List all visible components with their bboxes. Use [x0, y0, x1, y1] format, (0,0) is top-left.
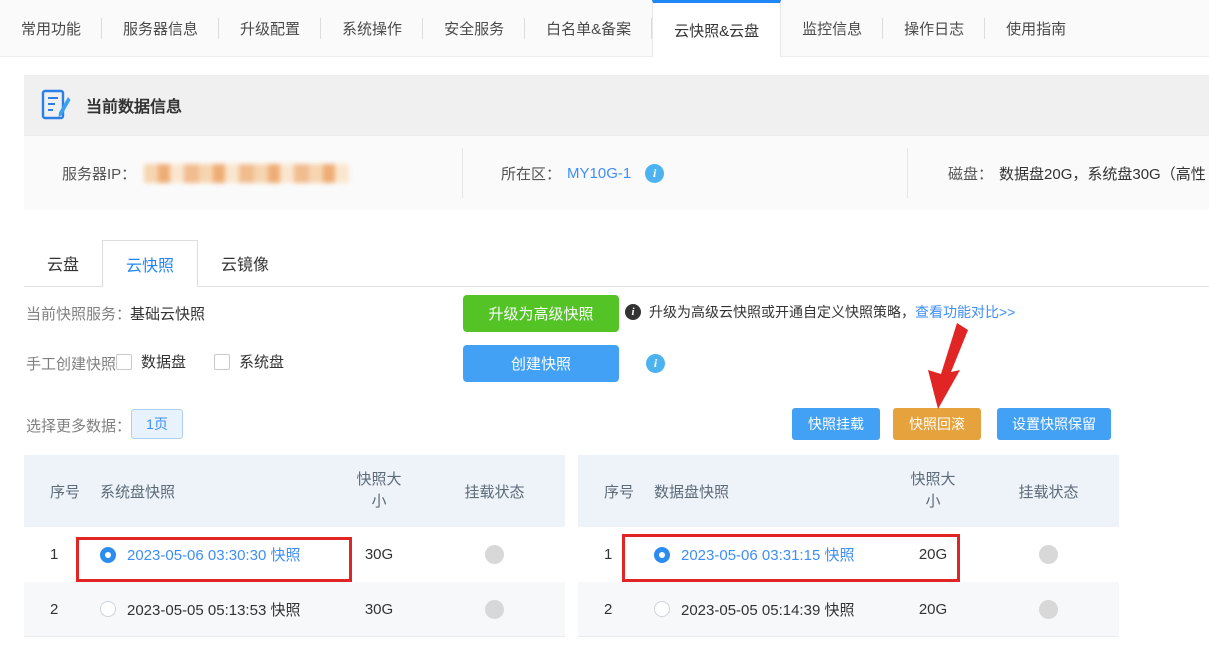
disk-value: 数据盘20G，系统盘30G（高性	[999, 163, 1206, 184]
panel-title: 当前数据信息	[86, 93, 182, 117]
tab-upgrade-config[interactable]: 升级配置	[219, 0, 321, 56]
page-1-button[interactable]: 1页	[131, 409, 183, 439]
zone-label: 所在区：	[501, 163, 561, 184]
header-mount-status: 挂载状态	[978, 481, 1119, 502]
snapshot-size: 30G	[334, 546, 424, 563]
header-size: 快照大小	[888, 469, 978, 513]
header-index: 序号	[24, 481, 88, 502]
service-value: 基础云快照	[130, 303, 205, 324]
snapshot-tables: 序号 系统盘快照 快照大小 挂载状态 1 2023-05-06 03:30:30…	[24, 455, 1209, 637]
subtab-cloud-snapshot[interactable]: 云快照	[102, 240, 198, 287]
mount-status-dot	[485, 545, 504, 564]
header-size: 快照大小	[334, 469, 424, 513]
server-info-bar: 服务器IP： 所在区： MY10G-1 i 磁盘： 数据盘20G，系统盘30G（…	[24, 135, 1209, 210]
checkbox-label: 数据盘	[141, 351, 186, 372]
header-name: 数据盘快照	[642, 481, 888, 502]
subtab-cloud-disk[interactable]: 云盘	[24, 240, 102, 286]
tab-operation-logs[interactable]: 操作日志	[883, 0, 985, 56]
tab-system-operations[interactable]: 系统操作	[321, 0, 423, 56]
mount-status-dot	[485, 600, 504, 619]
tab-cloud-snapshot-disk[interactable]: 云快照&云盘	[652, 0, 781, 57]
snapshot-size: 30G	[334, 601, 424, 618]
upgrade-tip: i 升级为高级云快照或开通自定义快照策略， 查看功能对比>>	[625, 302, 1015, 322]
tab-server-info[interactable]: 服务器信息	[102, 0, 219, 56]
header-name: 系统盘快照	[88, 481, 334, 502]
mount-status-dot	[1039, 600, 1058, 619]
tab-monitoring-info[interactable]: 监控信息	[781, 0, 883, 56]
table-header: 序号 数据盘快照 快照大小 挂载状态	[578, 455, 1119, 527]
zone-field: 所在区： MY10G-1 i	[463, 163, 907, 184]
upgrade-advanced-snapshot-button[interactable]: 升级为高级快照	[463, 295, 619, 332]
row-index: 1	[24, 546, 88, 563]
snapshot-rollback-button[interactable]: 快照回滚	[893, 408, 981, 440]
current-data-header: 当前数据信息	[24, 75, 1209, 135]
table-header: 序号 系统盘快照 快照大小 挂载状态	[24, 455, 565, 527]
checkbox-system-disk[interactable]: 系统盘	[214, 351, 284, 372]
snapshot-name: 2023-05-05 05:14:39 快照	[681, 599, 854, 620]
checkbox-icon	[116, 354, 132, 370]
snapshot-retention-button[interactable]: 设置快照保留	[997, 408, 1111, 440]
server-ip-masked	[144, 164, 349, 183]
checkbox-label: 系统盘	[239, 351, 284, 372]
data-disk-snapshot-table: 序号 数据盘快照 快照大小 挂载状态 1 2023-05-06 03:31:15…	[578, 455, 1119, 637]
server-ip-field: 服务器IP：	[24, 163, 462, 184]
snapshot-size: 20G	[888, 601, 978, 618]
snapshot-controls: 当前快照服务： 基础云快照 升级为高级快照 i 升级为高级云快照或开通自定义快照…	[0, 287, 1209, 455]
create-snapshot-button[interactable]: 创建快照	[463, 345, 619, 382]
snapshot-link[interactable]: 2023-05-06 03:30:30 快照	[127, 544, 300, 565]
snapshot-link[interactable]: 2023-05-06 03:31:15 快照	[681, 544, 854, 565]
more-data-label: 选择更多数据：	[26, 415, 131, 436]
snapshot-subtabs: 云盘 云快照 云镜像	[24, 240, 1209, 287]
table-row: 1 2023-05-06 03:31:15 快照 20G	[578, 527, 1119, 582]
checkbox-icon	[214, 354, 230, 370]
snapshot-radio[interactable]	[100, 547, 116, 563]
tab-whitelist-icp[interactable]: 白名单&备案	[525, 0, 652, 56]
upgrade-info-icon: i	[625, 304, 641, 320]
snapshot-name: 2023-05-05 05:13:53 快照	[127, 599, 300, 620]
row-index: 1	[578, 546, 642, 563]
zone-value: MY10G-1	[567, 165, 631, 182]
row-index: 2	[578, 601, 642, 618]
disk-field: 磁盘： 数据盘20G，系统盘30G（高性	[908, 163, 1209, 184]
row-index: 2	[24, 601, 88, 618]
disk-label: 磁盘：	[948, 163, 993, 184]
create-snapshot-info-icon[interactable]: i	[646, 354, 665, 373]
server-ip-label: 服务器IP：	[62, 163, 136, 184]
snapshot-radio[interactable]	[654, 601, 670, 617]
red-arrow-annotation	[905, 323, 975, 411]
subtab-cloud-image[interactable]: 云镜像	[198, 240, 292, 286]
checkbox-data-disk[interactable]: 数据盘	[116, 351, 186, 372]
document-edit-icon	[41, 89, 71, 121]
table-row: 1 2023-05-06 03:30:30 快照 30G	[24, 527, 565, 582]
service-label: 当前快照服务：	[26, 303, 131, 324]
mount-status-dot	[1039, 545, 1058, 564]
header-index: 序号	[578, 481, 642, 502]
table-row: 2 2023-05-05 05:14:39 快照 20G	[578, 582, 1119, 637]
system-disk-snapshot-table: 序号 系统盘快照 快照大小 挂载状态 1 2023-05-06 03:30:30…	[24, 455, 565, 637]
header-mount-status: 挂载状态	[424, 481, 565, 502]
top-nav: 常用功能 服务器信息 升级配置 系统操作 安全服务 白名单&备案 云快照&云盘 …	[0, 0, 1209, 57]
upgrade-tip-text: 升级为高级云快照或开通自定义快照策略，	[649, 302, 915, 322]
tab-common-functions[interactable]: 常用功能	[0, 0, 102, 56]
snapshot-radio[interactable]	[100, 601, 116, 617]
tab-user-guide[interactable]: 使用指南	[985, 0, 1087, 56]
snapshot-radio[interactable]	[654, 547, 670, 563]
snapshot-size: 20G	[888, 546, 978, 563]
table-row: 2 2023-05-05 05:13:53 快照 30G	[24, 582, 565, 637]
zone-info-icon[interactable]: i	[645, 164, 664, 183]
snapshot-mount-button[interactable]: 快照挂载	[792, 408, 880, 440]
tab-security-services[interactable]: 安全服务	[423, 0, 525, 56]
feature-compare-link[interactable]: 查看功能对比>>	[915, 302, 1015, 322]
